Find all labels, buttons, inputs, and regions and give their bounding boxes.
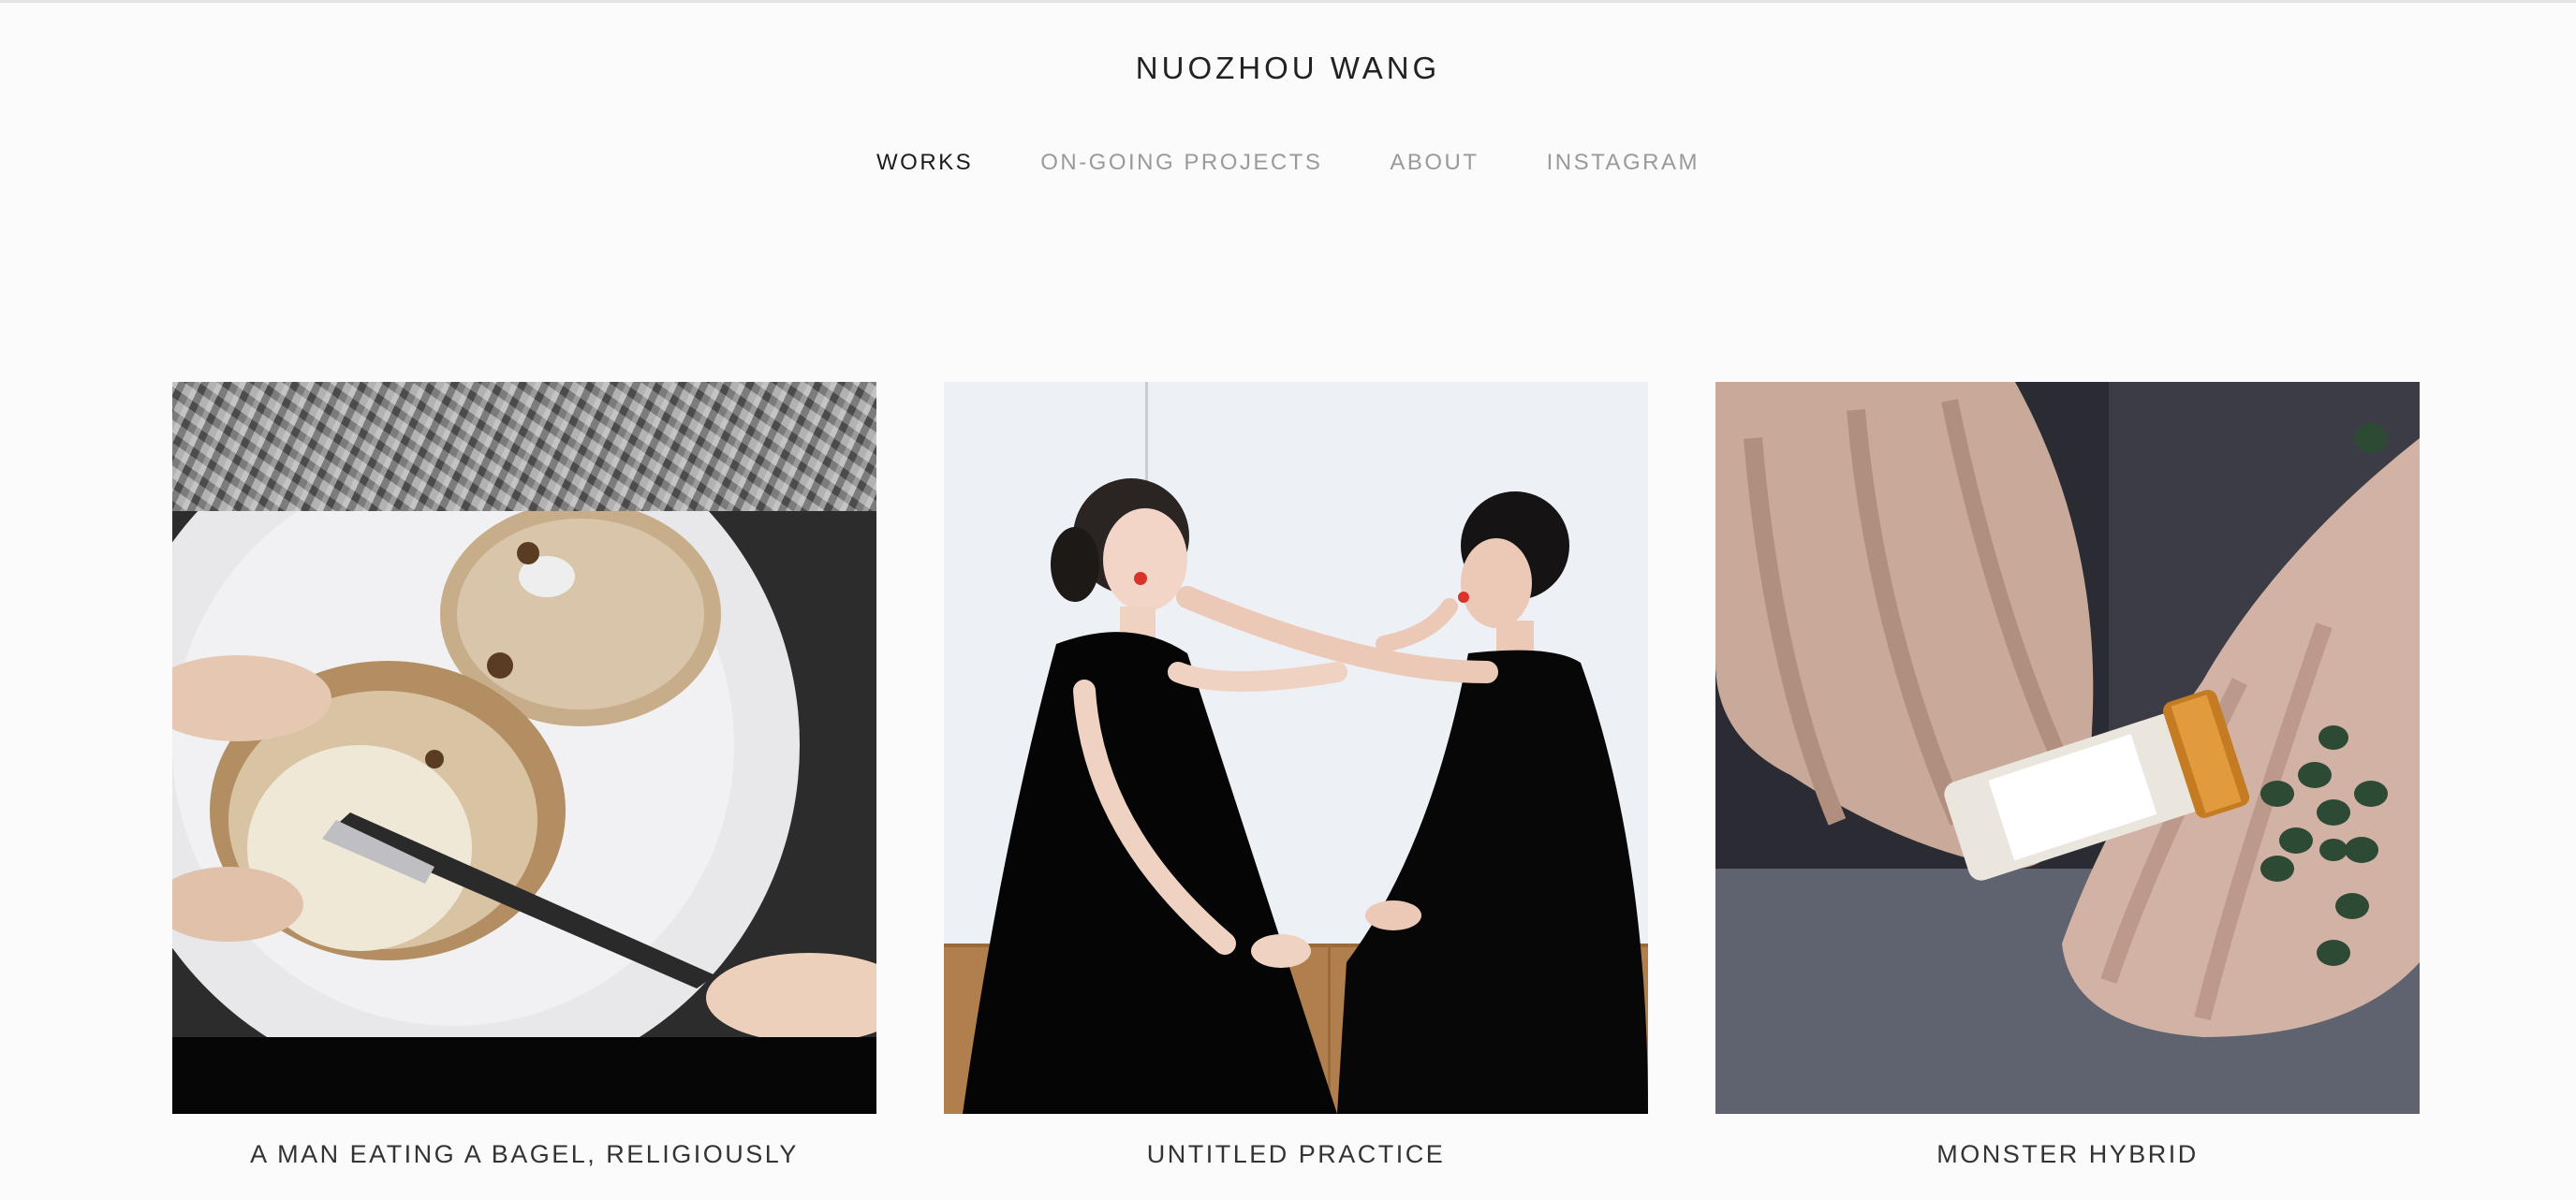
black-bar — [172, 1037, 876, 1114]
main-nav: WORKS ON-GOING PROJECTS ABOUT INSTAGRAM — [0, 150, 2576, 176]
work-title[interactable]: UNTITLED PRACTICE — [944, 1140, 1648, 1169]
nav-item-works[interactable]: WORKS — [876, 150, 973, 176]
foil-background — [172, 382, 876, 511]
work-thumbnail-hybrid[interactable] — [1715, 382, 2420, 1114]
top-rule — [0, 0, 2576, 3]
practice-scene-image — [944, 382, 1648, 1114]
bagel-scene-image — [172, 511, 876, 1037]
work-title[interactable]: A MAN EATING A BAGEL, RELIGIOUSLY — [172, 1140, 876, 1169]
works-grid: A MAN EATING A BAGEL, RELIGIOUSLY UNTITL… — [172, 382, 2420, 1169]
nav-item-instagram[interactable]: INSTAGRAM — [1547, 150, 1700, 176]
site-title[interactable]: NUOZHOU WANG — [0, 51, 2576, 86]
work-thumbnail-practice[interactable] — [944, 382, 1648, 1114]
nav-item-about[interactable]: ABOUT — [1390, 150, 1479, 176]
work-card[interactable]: UNTITLED PRACTICE — [944, 382, 1648, 1169]
work-card[interactable]: MONSTER HYBRID — [1715, 382, 2420, 1169]
hybrid-scene-image — [1715, 382, 2420, 1114]
work-thumbnail-bagel[interactable] — [172, 382, 876, 1114]
nav-item-on-going-projects[interactable]: ON-GOING PROJECTS — [1040, 150, 1322, 176]
work-title[interactable]: MONSTER HYBRID — [1715, 1140, 2420, 1169]
work-card[interactable]: A MAN EATING A BAGEL, RELIGIOUSLY — [172, 382, 876, 1169]
